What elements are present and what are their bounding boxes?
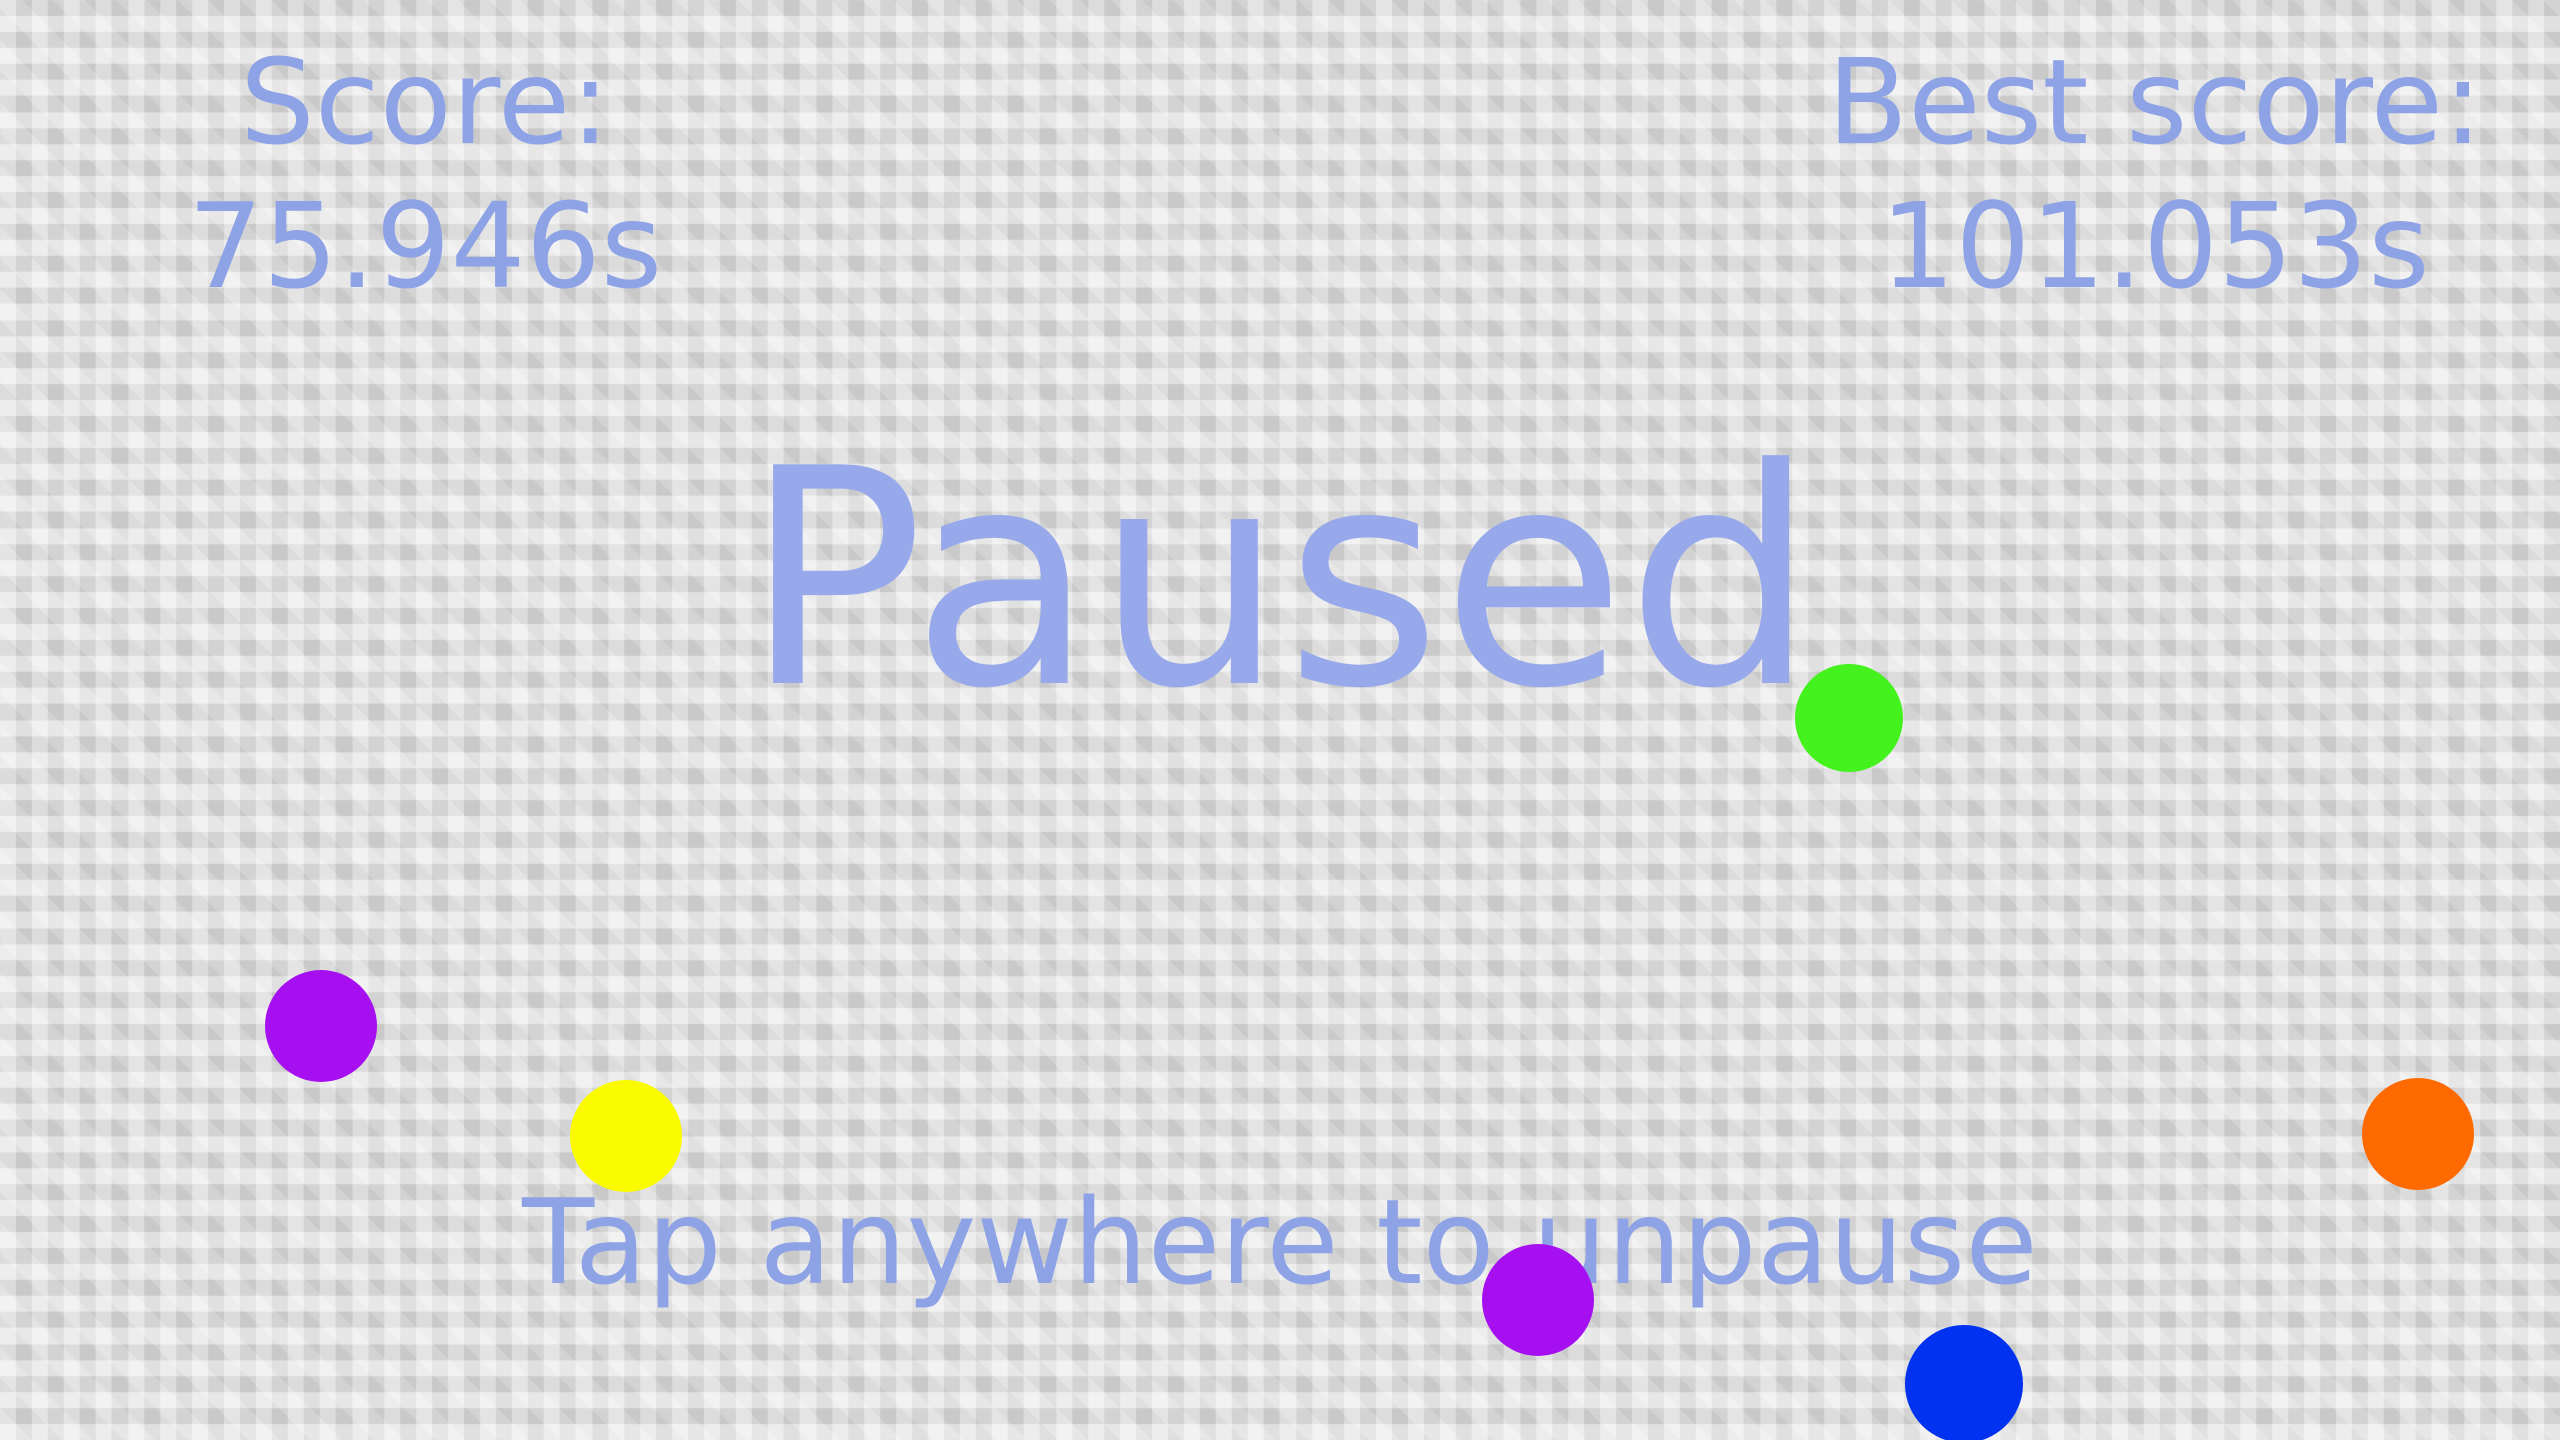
score-display: Score: 75.946s [120, 30, 730, 318]
unpause-hint[interactable]: Tap anywhere to unpause [0, 1170, 2560, 1314]
game-canvas[interactable]: Score: 75.946s Best score: 101.053s Paus… [0, 0, 2560, 1440]
score-value: 75.946s [187, 177, 663, 315]
ball-purple [1482, 1244, 1594, 1356]
ball-green [1795, 664, 1903, 772]
score-label: Score: [239, 33, 611, 171]
ball-blue [1905, 1325, 2023, 1440]
best-score-value: 101.053s [1880, 177, 2430, 315]
best-score-label: Best score: [1827, 33, 2483, 171]
best-score-display: Best score: 101.053s [1760, 30, 2550, 318]
ball-purple [265, 970, 377, 1082]
ball-orange [2362, 1078, 2474, 1190]
paused-title: Paused [743, 405, 1817, 754]
